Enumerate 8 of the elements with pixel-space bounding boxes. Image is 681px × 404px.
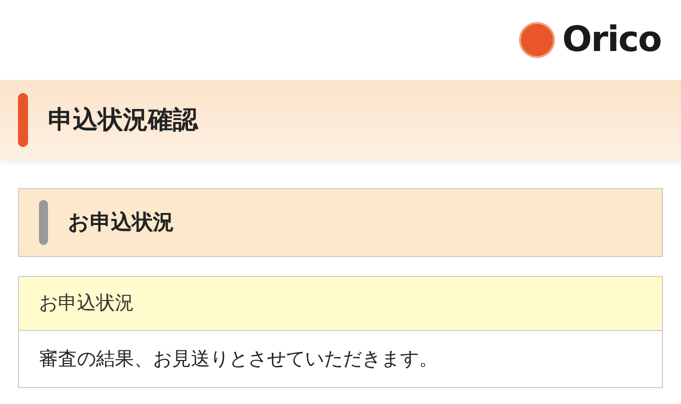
section-heading: お申込状況 — [68, 208, 174, 236]
table-value: 審査の結果、お見送りとさせていただきます。 — [39, 346, 438, 372]
accent-bar — [39, 200, 48, 245]
table-label: お申込状況 — [39, 291, 134, 316]
logo-circle-icon — [518, 21, 556, 59]
accent-bar — [18, 93, 28, 147]
logo-text: Orico — [562, 22, 661, 58]
page-title: 申込状況確認 — [48, 104, 198, 136]
